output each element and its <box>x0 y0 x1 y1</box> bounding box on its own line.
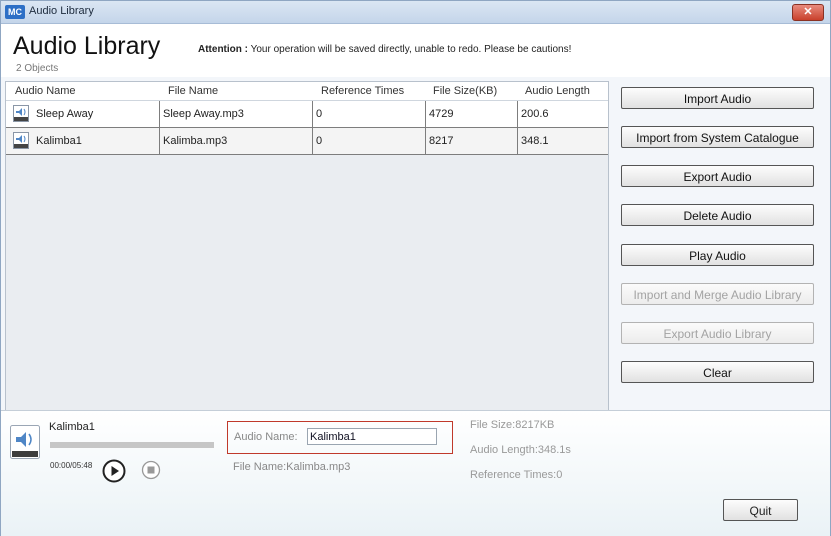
file-name-text: File Name:Kalimba.mp3 <box>233 461 351 473</box>
clear-button[interactable]: Clear <box>621 361 814 383</box>
cell-file-size: 8217 <box>425 128 517 154</box>
details-panel: Kalimba1 00:00/05:48 Audio Name: File Na… <box>1 410 830 536</box>
page-title: Audio Library <box>13 32 161 60</box>
attention-text: Your operation will be saved directly, u… <box>248 44 572 55</box>
header: Audio Library 2 Objects Attention : Your… <box>1 24 830 77</box>
cell-audio-length: 348.1 <box>517 128 608 154</box>
cell-reference-times: 0 <box>312 101 425 127</box>
audio-list[interactable]: Audio Name File Name Reference Times Fil… <box>5 81 609 411</box>
import-audio-button[interactable]: Import Audio <box>621 87 814 109</box>
cell-reference-times: 0 <box>312 128 425 154</box>
close-button[interactable]: ✕ <box>792 4 824 21</box>
quit-button[interactable]: Quit <box>723 499 798 521</box>
reference-times-info: Reference Times:0 <box>470 469 563 481</box>
export-audio-button[interactable]: Export Audio <box>621 165 814 187</box>
export-library-button[interactable]: Export Audio Library <box>621 322 814 344</box>
cell-audio-name: Sleep Away <box>36 108 94 120</box>
window-title: Audio Library <box>29 5 94 17</box>
audio-length-info: Audio Length:348.1s <box>470 444 571 456</box>
audio-library-window: MC Audio Library ✕ Audio Library 2 Objec… <box>0 0 831 536</box>
cell-audio-name: Kalimba1 <box>36 135 82 147</box>
file-size-info: File Size:8217KB <box>470 419 555 431</box>
column-header-audio-name[interactable]: Audio Name <box>15 85 155 97</box>
cell-file-name: Sleep Away.mp3 <box>159 101 312 127</box>
audio-name-input[interactable] <box>307 428 437 445</box>
list-header: Audio Name File Name Reference Times Fil… <box>6 82 608 101</box>
play-audio-button[interactable]: Play Audio <box>621 244 814 266</box>
now-playing-title: Kalimba1 <box>49 421 95 433</box>
cell-audio-length: 200.6 <box>517 101 608 127</box>
audio-name-label: Audio Name: <box>234 431 298 443</box>
object-count: 2 Objects <box>16 63 59 74</box>
import-merge-library-button[interactable]: Import and Merge Audio Library <box>621 283 814 305</box>
attention-label: Attention : <box>198 44 248 55</box>
stop-icon[interactable] <box>141 460 161 480</box>
attention-message: Attention : Your operation will be saved… <box>198 44 571 55</box>
delete-audio-button[interactable]: Delete Audio <box>621 204 814 226</box>
app-logo-icon: MC <box>5 5 25 19</box>
import-from-system-catalogue-button[interactable]: Import from System Catalogue <box>621 126 814 148</box>
cell-file-name: Kalimba.mp3 <box>159 128 312 154</box>
audio-file-icon <box>10 425 40 459</box>
table-row[interactable]: Kalimba1 Kalimba.mp3 0 8217 348.1 <box>6 128 608 155</box>
column-header-reference-times[interactable]: Reference Times <box>321 85 426 97</box>
playback-time: 00:00/05:48 <box>50 461 93 470</box>
audio-name-editor: Audio Name: <box>227 421 453 454</box>
column-header-file-size[interactable]: File Size(KB) <box>433 85 513 97</box>
column-header-audio-length[interactable]: Audio Length <box>525 85 598 97</box>
playback-progress-bar[interactable] <box>50 442 214 448</box>
column-header-file-name[interactable]: File Name <box>168 85 308 97</box>
cell-file-size: 4729 <box>425 101 517 127</box>
title-bar[interactable]: MC Audio Library ✕ <box>1 1 830 24</box>
play-icon[interactable] <box>102 459 126 483</box>
table-row[interactable]: Sleep Away Sleep Away.mp3 0 4729 200.6 <box>6 101 608 128</box>
